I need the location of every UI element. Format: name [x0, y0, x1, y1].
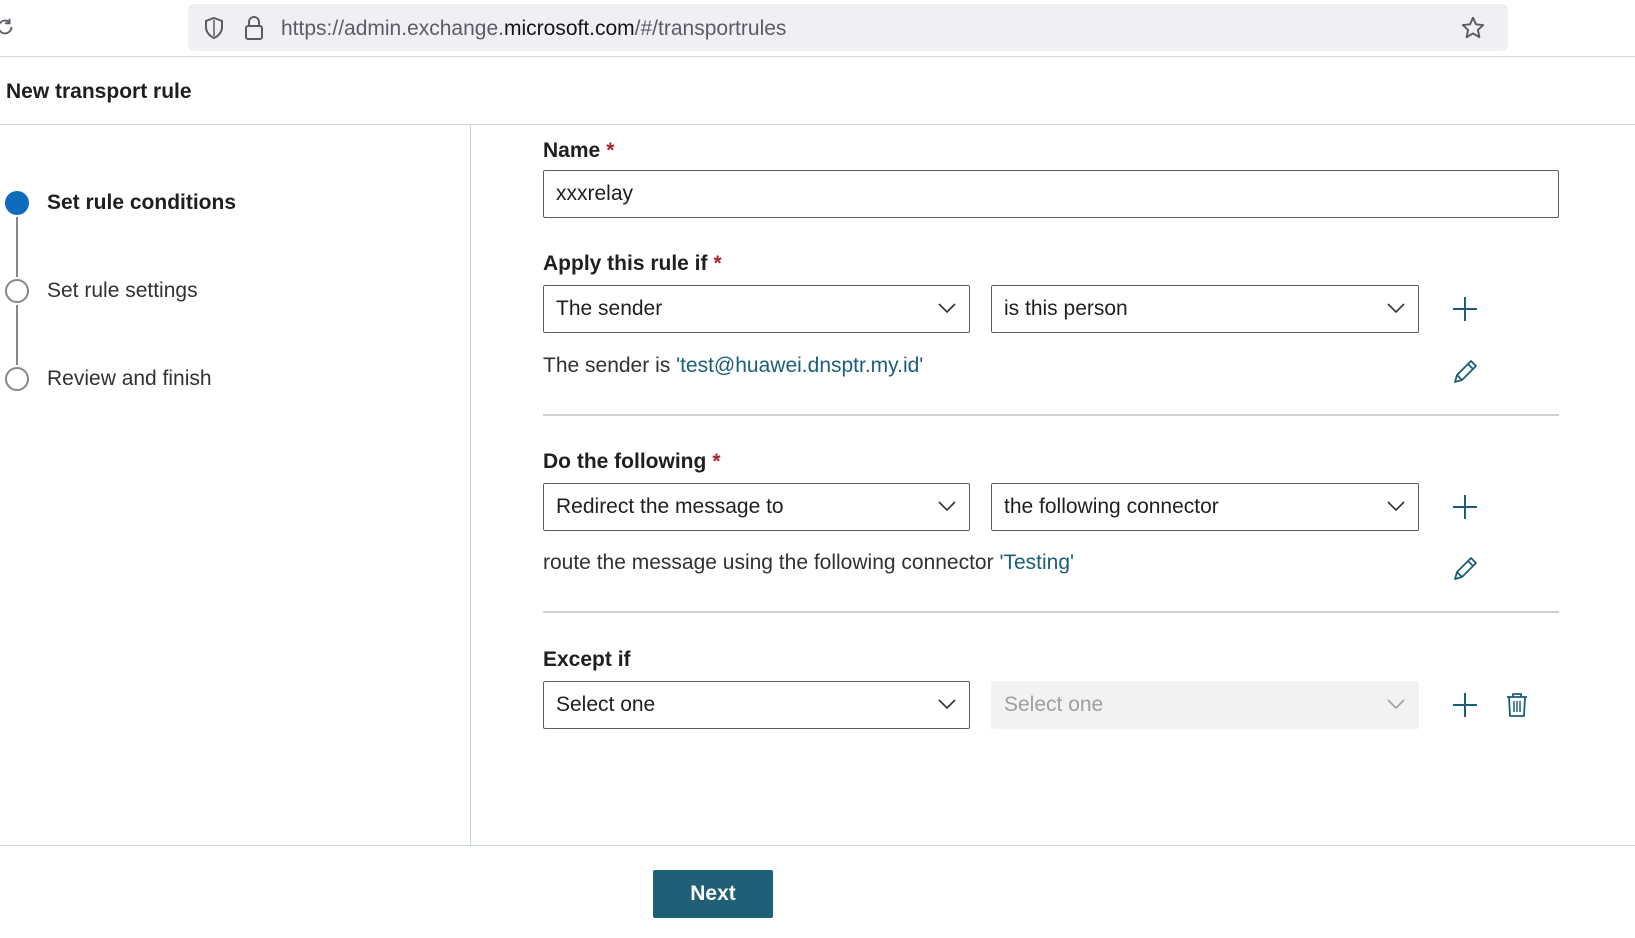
- chevron-down-icon: [938, 303, 956, 314]
- chevron-down-icon: [938, 699, 956, 710]
- panel-footer: Next: [0, 845, 1635, 938]
- apply-rule-if-label: Apply this rule if *: [543, 252, 722, 276]
- address-bar[interactable]: https://admin.exchange.microsoft.com/#/t…: [188, 4, 1508, 51]
- url-suffix: /#/transportrules: [634, 17, 787, 40]
- select-value: is this person: [1004, 297, 1128, 320]
- browser-toolbar: https://admin.exchange.microsoft.com/#/t…: [0, 0, 1635, 57]
- edit-condition-button[interactable]: [1448, 355, 1482, 389]
- summary-text: The sender is: [543, 354, 677, 377]
- trash-icon: [1507, 693, 1527, 717]
- step-label: Set rule settings: [47, 279, 198, 302]
- apply-label-text: Apply this rule if: [543, 252, 708, 275]
- except-label-text: Except if: [543, 648, 631, 671]
- add-exception-button[interactable]: [1448, 688, 1482, 722]
- step-dot-icon: [5, 367, 29, 391]
- sender-address-link[interactable]: 'test@huawei.dnsptr.my.id': [676, 354, 923, 377]
- select-value: the following connector: [1004, 495, 1219, 518]
- shield-icon[interactable]: [202, 16, 226, 40]
- bookmark-star-icon[interactable]: [1460, 15, 1486, 41]
- action-summary: route the message using the following co…: [543, 551, 1074, 575]
- apply-summary: The sender is 'test@huawei.dnsptr.my.id': [543, 354, 923, 378]
- select-value: Select one: [1004, 693, 1104, 716]
- connector-link[interactable]: 'Testing': [999, 551, 1074, 574]
- plus-icon: [1453, 297, 1477, 321]
- exception-predicate-select: Select one: [991, 681, 1419, 729]
- panel-header: New transport rule: [0, 57, 1635, 125]
- chevron-down-icon: [1387, 501, 1405, 512]
- step-connector: [16, 217, 18, 277]
- name-label-text: Name: [543, 139, 601, 162]
- required-marker: *: [712, 450, 721, 473]
- chevron-down-icon: [938, 501, 956, 512]
- step-dot-icon: [5, 279, 29, 303]
- do-following-label: Do the following *: [543, 450, 721, 474]
- section-divider: [543, 414, 1559, 416]
- required-marker: *: [713, 252, 722, 275]
- pencil-icon: [1454, 557, 1477, 580]
- select-value: Select one: [556, 693, 656, 716]
- url-host: microsoft.com: [503, 17, 635, 40]
- step-active-dot-icon: [5, 191, 29, 215]
- except-if-label: Except if: [543, 648, 631, 672]
- edit-action-button[interactable]: [1448, 552, 1482, 586]
- plus-icon: [1453, 495, 1477, 519]
- chevron-down-icon: [1387, 303, 1405, 314]
- next-button[interactable]: Next: [653, 870, 773, 918]
- apply-condition-select[interactable]: The sender: [543, 285, 970, 333]
- add-action-button[interactable]: [1448, 490, 1482, 524]
- action-select[interactable]: Redirect the message to: [543, 483, 970, 531]
- reload-icon[interactable]: [0, 16, 16, 38]
- section-divider: [543, 611, 1559, 613]
- summary-text: route the message using the following co…: [543, 551, 1000, 574]
- delete-exception-button[interactable]: [1500, 688, 1534, 722]
- exception-select[interactable]: Select one: [543, 681, 970, 729]
- select-value: The sender: [556, 297, 663, 320]
- name-input[interactable]: xxxrelay: [543, 170, 1559, 218]
- name-label: Name *: [543, 139, 614, 163]
- step-label: Review and finish: [47, 367, 212, 390]
- do-label-text: Do the following: [543, 450, 707, 473]
- page-title: New transport rule: [6, 80, 192, 103]
- step-label: Set rule conditions: [47, 191, 237, 214]
- action-target-select[interactable]: the following connector: [991, 483, 1419, 531]
- plus-icon: [1453, 693, 1477, 717]
- add-condition-button[interactable]: [1448, 292, 1482, 326]
- select-value: Redirect the message to: [556, 495, 784, 518]
- chevron-down-icon: [1387, 699, 1405, 710]
- url-text[interactable]: https://admin.exchange.microsoft.com/#/t…: [281, 17, 786, 41]
- required-marker: *: [606, 139, 615, 162]
- wizard-steps: Set rule conditions Set rule settings Re…: [0, 125, 471, 845]
- step-connector: [16, 305, 18, 365]
- lock-icon[interactable]: [242, 15, 266, 41]
- pencil-icon: [1454, 360, 1477, 383]
- apply-predicate-select[interactable]: is this person: [991, 285, 1419, 333]
- url-prefix: https://admin.exchange.: [281, 17, 504, 40]
